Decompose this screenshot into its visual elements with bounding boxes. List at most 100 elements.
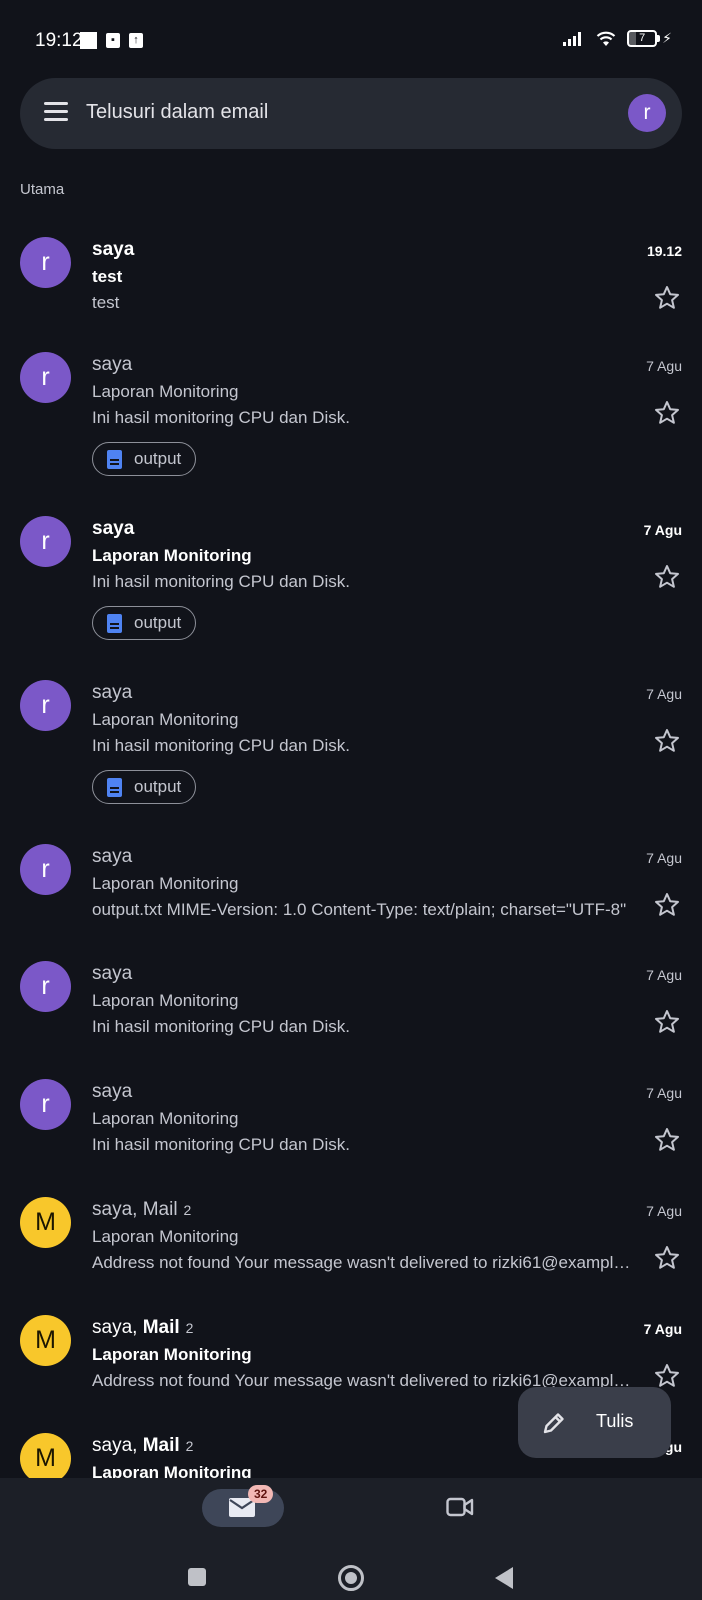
email-snippet: Ini hasil monitoring CPU dan Disk. <box>92 1017 350 1036</box>
email-row[interactable]: r saya 7 Agu Laporan Monitoring Ini hasil mo… <box>0 1079 702 1189</box>
sender-name-first: saya, <box>92 1435 143 1456</box>
compose-button[interactable]: Tulis <box>518 1387 671 1458</box>
attachment-name: output <box>134 777 182 796</box>
email-date: 7 Agu <box>646 967 682 983</box>
email-sender: saya, Mail 2 <box>92 1199 191 1221</box>
back-button[interactable] <box>495 1567 513 1589</box>
upload-icon: ↑ <box>129 33 143 48</box>
email-snippet: Address not found Your message wasn't de… <box>92 1253 637 1272</box>
email-sender: saya <box>92 846 133 867</box>
system-navigation <box>0 1565 702 1600</box>
sender-name-second: Mail <box>142 1435 180 1456</box>
attachment-chip[interactable]: output <box>92 606 197 640</box>
email-row[interactable]: r saya 7 Agu Laporan Monitoring Ini hasil mo… <box>0 352 702 502</box>
email-subject: Laporan Monitoring <box>92 382 239 401</box>
attachment-chip[interactable]: output <box>92 770 197 804</box>
search-bar[interactable]: Telusuri dalam email r <box>20 78 682 149</box>
notification-placeholder-icon <box>80 32 97 49</box>
status-time: 19:12 <box>35 30 83 51</box>
email-sender: saya <box>92 354 133 375</box>
email-date: 7 Agu <box>646 686 682 702</box>
attachment-chip[interactable]: output <box>92 442 197 476</box>
sender-avatar[interactable]: r <box>20 516 71 567</box>
email-subject: Laporan Monitoring <box>92 1227 239 1246</box>
star-icon[interactable] <box>654 564 680 590</box>
star-icon[interactable] <box>654 1363 680 1389</box>
sender-avatar[interactable]: r <box>20 352 71 403</box>
email-subject: test <box>92 267 123 286</box>
sender-avatar[interactable]: M <box>20 1433 71 1484</box>
email-row[interactable]: r saya 19.12 test test <box>0 237 702 347</box>
charging-icon: ⚡ <box>662 30 672 46</box>
email-sender: saya <box>92 682 133 703</box>
star-icon[interactable] <box>654 1127 680 1153</box>
status-right-icons: 7 ⚡ <box>563 30 672 47</box>
section-label: Utama <box>20 181 65 198</box>
video-camera-icon[interactable] <box>446 1496 474 1518</box>
email-sender: saya, Mail 2 <box>92 1317 193 1339</box>
email-snippet: test <box>92 293 120 312</box>
status-left-icons: ▪ ↑ <box>80 32 143 49</box>
star-icon[interactable] <box>654 892 680 918</box>
sender-avatar[interactable]: r <box>20 237 71 288</box>
sender-name-second: Mail <box>142 1199 178 1220</box>
document-icon <box>107 613 122 633</box>
email-sender: saya <box>92 1081 133 1102</box>
email-sender: saya <box>92 239 135 260</box>
sender-name-first: saya, <box>92 1199 143 1220</box>
signal-icon <box>563 31 582 46</box>
email-snippet: Ini hasil monitoring CPU dan Disk. <box>92 572 350 591</box>
email-date: 7 Agu <box>643 522 682 538</box>
email-subject: Laporan Monitoring <box>92 874 239 893</box>
email-date: 7 Agu <box>646 358 682 374</box>
star-icon[interactable] <box>654 400 680 426</box>
email-date: 7 Agu <box>646 1203 682 1219</box>
sender-avatar[interactable]: r <box>20 961 71 1012</box>
sender-name-first: saya, <box>92 1317 143 1338</box>
account-avatar[interactable]: r <box>628 94 666 132</box>
wifi-icon <box>596 31 616 46</box>
email-row[interactable]: r saya 7 Agu Laporan Monitoring Ini hasil mo… <box>0 961 702 1071</box>
search-input[interactable]: Telusuri dalam email <box>86 101 268 124</box>
email-row[interactable]: r saya 7 Agu Laporan Monitoring output.txt M… <box>0 844 702 954</box>
unread-badge: 32 <box>248 1485 274 1503</box>
home-button[interactable] <box>338 1565 364 1591</box>
thread-count: 2 <box>183 1202 192 1218</box>
sender-avatar[interactable]: M <box>20 1315 71 1366</box>
email-snippet: output.txt MIME-Version: 1.0 Content-Typ… <box>92 900 627 919</box>
battery-icon: 7 ⚡ <box>627 30 672 47</box>
pencil-icon <box>543 1413 564 1434</box>
thread-count: 2 <box>185 1438 194 1454</box>
sender-name-second: Mail <box>142 1317 180 1338</box>
email-row[interactable]: Msaya, Mail 2 7 Agu Laporan Monitoring Addre… <box>0 1197 702 1307</box>
sender-avatar[interactable]: M <box>20 1197 71 1248</box>
gmail-inbox-screen: 19:12 ▪ ↑ 7 ⚡ Telusuri dalam email r Uta… <box>0 0 702 1600</box>
email-row[interactable]: r saya 7 Agu Laporan Monitoring Ini hasil mo… <box>0 680 702 830</box>
email-subject: Laporan Monitoring <box>92 546 252 565</box>
star-icon[interactable] <box>654 285 680 311</box>
email-subject: Laporan Monitoring <box>92 710 239 729</box>
compose-label: Tulis <box>596 1411 634 1431</box>
battery-level: 7 <box>627 30 658 47</box>
sender-avatar[interactable]: r <box>20 844 71 895</box>
attachment-name: output <box>134 449 182 468</box>
email-row[interactable]: r saya 7 Agu Laporan Monitoring Ini hasil mo… <box>0 516 702 666</box>
email-sender: saya, Mail 2 <box>92 1435 193 1457</box>
email-date: 7 Agu <box>643 1321 682 1337</box>
sender-avatar[interactable]: r <box>20 1079 71 1130</box>
star-icon[interactable] <box>654 1245 680 1271</box>
star-icon[interactable] <box>654 1009 680 1035</box>
star-icon[interactable] <box>654 728 680 754</box>
nav-mail-tab[interactable]: 32 <box>202 1485 284 1527</box>
email-date: 7 Agu <box>646 1085 682 1101</box>
email-snippet: Ini hasil monitoring CPU dan Disk. <box>92 1135 350 1154</box>
document-icon <box>107 777 122 797</box>
menu-icon[interactable] <box>44 102 68 126</box>
email-sender: saya <box>92 963 133 984</box>
attachment-name: output <box>134 613 182 632</box>
status-bar: 19:12 ▪ ↑ 7 ⚡ <box>0 0 702 70</box>
recent-apps-button[interactable] <box>188 1568 206 1586</box>
email-subject: Laporan Monitoring <box>92 1345 252 1364</box>
thread-count: 2 <box>185 1320 194 1336</box>
sender-avatar[interactable]: r <box>20 680 71 731</box>
